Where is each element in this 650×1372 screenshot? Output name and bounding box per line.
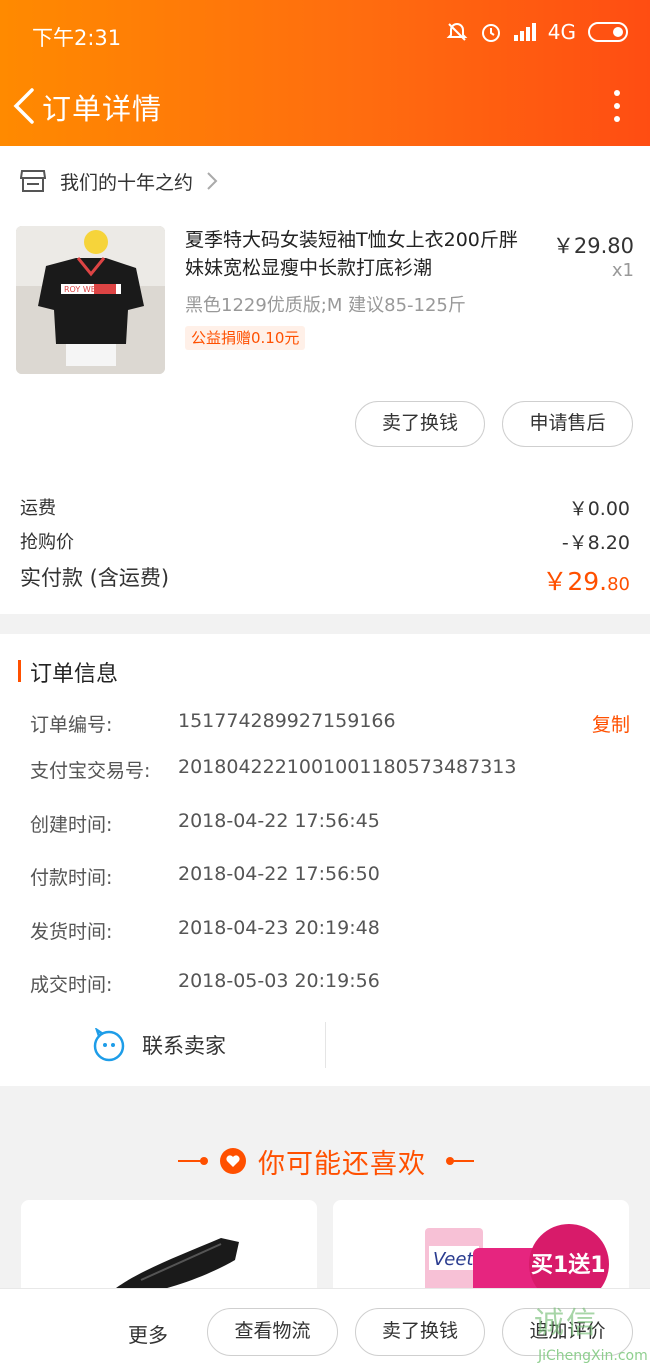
nav-bar: 订单详情 <box>0 76 650 138</box>
created-time-label: 创建时间: <box>30 814 113 836</box>
status-icons: 4G <box>446 20 628 44</box>
sell-button-bottom[interactable]: 卖了换钱 <box>355 1308 485 1356</box>
store-icon <box>20 170 46 192</box>
order-info-card: 订单信息 订单编号: 151774289927159166 复制 支付宝交易号:… <box>0 634 650 1086</box>
paid-amount: ￥29.80 <box>542 562 630 598</box>
status-bar: 下午2:31 4G <box>0 0 650 70</box>
product-image-print: ROY WEN <box>64 285 102 294</box>
decor-dot <box>200 1157 208 1165</box>
shipping-value: ￥0.00 <box>568 498 630 520</box>
order-product-card: 我们的十年之约 ROY WEN 夏季特大码女装短袖T恤女上衣200斤胖妹妹宽松显… <box>0 146 650 614</box>
view-logistics-button[interactable]: 查看物流 <box>207 1308 338 1356</box>
shipping-label: 运费 <box>20 498 56 519</box>
bottom-action-bar: 更多 查看物流 卖了换钱 追加评价 <box>0 1288 650 1372</box>
shipped-time-value: 2018-04-23 20:19:48 <box>178 917 380 939</box>
shipped-time-label: 发货时间: <box>30 921 113 943</box>
product-title[interactable]: 夏季特大码女装短袖T恤女上衣200斤胖妹妹宽松显瘦中长款打底衫潮 <box>185 226 535 282</box>
charity-tag: 公益捐赠0.10元 <box>185 326 306 350</box>
completed-time-label: 成交时间: <box>30 974 113 996</box>
product-price: ￥29.80 <box>552 234 634 258</box>
more-button[interactable]: 更多 <box>128 1319 168 1348</box>
signal-icon <box>513 23 536 41</box>
shop-name: 我们的十年之约 <box>60 171 194 194</box>
product-sku: 黑色1229优质版;M 建议85-125斤 <box>185 295 466 316</box>
heart-icon <box>220 1148 246 1174</box>
paid-label: 实付款 (含运费) <box>20 566 170 590</box>
discount-value: -￥8.20 <box>561 532 630 554</box>
more-options-icon[interactable] <box>612 90 622 124</box>
battery-icon <box>588 22 628 42</box>
status-time: 下午2:31 <box>32 26 122 50</box>
add-review-button[interactable]: 追加评价 <box>502 1308 633 1356</box>
veet-brand-text: Veet <box>433 1249 474 1270</box>
discount-label: 抢购价 <box>20 532 74 553</box>
contact-seller-button[interactable]: 联系卖家 <box>92 1028 226 1062</box>
product-image[interactable]: ROY WEN <box>16 226 165 374</box>
paid-amount-decimal: 80 <box>607 574 630 595</box>
alipay-number-label: 支付宝交易号: <box>30 760 151 782</box>
order-number-label: 订单编号: <box>30 714 113 736</box>
paid-time-label: 付款时间: <box>30 867 113 889</box>
divider <box>325 1022 326 1068</box>
chevron-right-icon <box>207 172 218 190</box>
paid-time-value: 2018-04-22 17:56:50 <box>178 863 380 885</box>
network-type: 4G <box>547 20 576 44</box>
chat-face-icon <box>93 1028 125 1062</box>
after-sale-button[interactable]: 申请售后 <box>502 401 633 447</box>
completed-time-value: 2018-05-03 20:19:56 <box>178 970 380 992</box>
mute-bell-icon <box>446 22 468 41</box>
page-title: 订单详情 <box>42 92 163 126</box>
recommend-title: 你可能还喜欢 <box>258 1149 426 1180</box>
back-arrow-icon[interactable] <box>10 86 40 126</box>
copy-button[interactable]: 复制 <box>592 710 630 737</box>
created-time-value: 2018-04-22 17:56:45 <box>178 810 380 832</box>
recommend-header: 你可能还喜欢 <box>0 1140 650 1184</box>
paid-amount-main: ￥29. <box>542 567 608 596</box>
section-accent-bar <box>18 660 21 682</box>
order-info-title: 订单信息 <box>30 662 119 687</box>
order-number-value: 151774289927159166 <box>178 710 396 732</box>
sell-button[interactable]: 卖了换钱 <box>355 401 485 447</box>
shop-row[interactable]: 我们的十年之约 <box>20 166 219 196</box>
alipay-number-value: 2018042221001001180573487313 <box>178 756 517 778</box>
contact-seller-label: 联系卖家 <box>142 1034 226 1058</box>
header: 下午2:31 4G 订单详情 <box>0 0 650 146</box>
promo-text: 买1送1 <box>531 1252 606 1278</box>
decor-line <box>452 1160 474 1162</box>
alarm-icon <box>481 24 500 42</box>
product-quantity: x1 <box>611 260 634 281</box>
